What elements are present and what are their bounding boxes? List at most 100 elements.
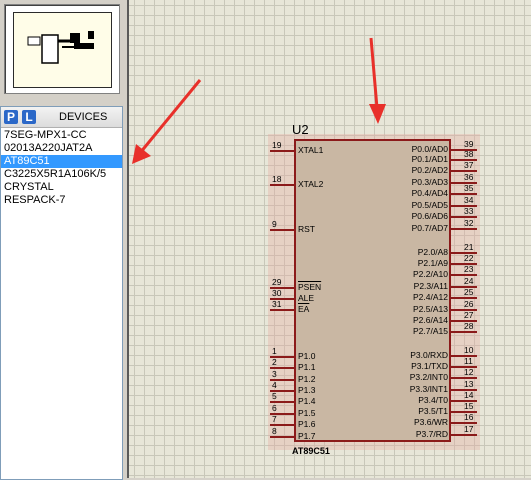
device-list-item-selected[interactable]: AT89C51 bbox=[1, 155, 122, 168]
pin-line[interactable] bbox=[270, 436, 294, 438]
pin-line[interactable] bbox=[270, 184, 294, 186]
pin-number: 7 bbox=[272, 414, 277, 424]
pin-label: P3.3/INT1 bbox=[409, 384, 448, 394]
pin-label: P3.2/INT0 bbox=[409, 372, 448, 382]
devices-title: DEVICES bbox=[59, 111, 108, 123]
pin-line[interactable] bbox=[270, 309, 294, 311]
pin-number: 22 bbox=[464, 253, 474, 263]
pin-number: 13 bbox=[464, 379, 474, 389]
pin-number: 17 bbox=[464, 424, 474, 434]
pin-label: P3.7/RD bbox=[415, 429, 448, 439]
pick-devices-button[interactable]: P bbox=[4, 110, 18, 124]
pin-label: P0.3/AD3 bbox=[411, 177, 448, 187]
pin-number: 38 bbox=[464, 149, 474, 159]
pin-number: 39 bbox=[464, 139, 474, 149]
component-part-name: AT89C51 bbox=[292, 446, 330, 456]
device-list-item[interactable]: CRYSTAL bbox=[1, 181, 122, 194]
pin-number: 32 bbox=[464, 218, 474, 228]
pin-label: P1.4 bbox=[298, 396, 316, 406]
pin-label: P1.5 bbox=[298, 408, 316, 418]
pin-label: EA bbox=[298, 304, 310, 314]
pin-label: P1.1 bbox=[298, 362, 316, 372]
pin-label: P2.3/A11 bbox=[413, 281, 448, 291]
pin-label: P2.6/A14 bbox=[413, 315, 448, 325]
pin-number: 14 bbox=[464, 390, 474, 400]
pin-number: 10 bbox=[464, 345, 474, 355]
pin-label: P1.7 bbox=[298, 431, 316, 441]
pin-number: 1 bbox=[272, 346, 277, 356]
pin-number: 29 bbox=[272, 277, 282, 287]
pin-number: 12 bbox=[464, 367, 474, 377]
pin-label: P2.0/A8 bbox=[417, 247, 448, 257]
pin-number: 35 bbox=[464, 183, 474, 193]
pin-number: 21 bbox=[464, 242, 474, 252]
pin-label: P2.2/A10 bbox=[413, 269, 448, 279]
pin-label: P3.6/WR bbox=[413, 417, 448, 427]
pin-label: P3.5/T1 bbox=[418, 406, 448, 416]
pin-number: 30 bbox=[272, 288, 282, 298]
pin-number: 36 bbox=[464, 172, 474, 182]
device-list-item[interactable]: 02013A220JAT2A bbox=[1, 142, 122, 155]
pin-line[interactable] bbox=[270, 150, 294, 152]
pin-number: 18 bbox=[272, 174, 282, 184]
pin-number: 2 bbox=[272, 357, 277, 367]
pin-label: P2.7/A15 bbox=[413, 326, 448, 336]
pin-number: 19 bbox=[272, 140, 282, 150]
pin-label: XTAL1 bbox=[298, 145, 324, 155]
pin-number: 24 bbox=[464, 276, 474, 286]
pin-label: P0.2/AD2 bbox=[411, 165, 448, 175]
pin-number: 16 bbox=[464, 412, 474, 422]
pin-line[interactable] bbox=[451, 228, 477, 230]
pin-label: P1.3 bbox=[298, 385, 316, 395]
pin-label: P0.4/AD4 bbox=[411, 188, 448, 198]
pin-label: P0.5/AD5 bbox=[411, 200, 448, 210]
pin-number: 23 bbox=[464, 264, 474, 274]
device-list-item[interactable]: C3225X5R1A106K/5 bbox=[1, 168, 122, 181]
pin-number: 9 bbox=[272, 219, 277, 229]
pin-label: P2.5/A13 bbox=[413, 304, 448, 314]
devices-header: P L DEVICES bbox=[1, 107, 122, 128]
pin-number: 6 bbox=[272, 403, 277, 413]
devices-panel: P L DEVICES 7SEG-MPX1-CC 02013A220JAT2A … bbox=[0, 106, 123, 480]
pin-label: P2.1/A9 bbox=[417, 258, 448, 268]
pin-line[interactable] bbox=[270, 229, 294, 231]
pin-label: P0.1/AD1 bbox=[411, 154, 448, 164]
pin-number: 31 bbox=[272, 299, 282, 309]
pin-label: P1.6 bbox=[298, 419, 316, 429]
pin-label: P3.1/TXD bbox=[411, 361, 448, 371]
pin-label: P0.6/AD6 bbox=[411, 211, 448, 221]
pin-number: 3 bbox=[272, 369, 277, 379]
pin-label: P0.7/AD7 bbox=[411, 223, 448, 233]
pin-line[interactable] bbox=[451, 331, 477, 333]
pin-label: P1.2 bbox=[298, 374, 316, 384]
left-panel: P L DEVICES 7SEG-MPX1-CC 02013A220JAT2A … bbox=[0, 0, 124, 480]
pin-number: 26 bbox=[464, 299, 474, 309]
pin-label: PSEN bbox=[298, 282, 322, 292]
pin-number: 4 bbox=[272, 380, 277, 390]
device-list-item[interactable]: 7SEG-MPX1-CC bbox=[1, 129, 122, 142]
preview-window[interactable] bbox=[4, 4, 120, 94]
pin-line[interactable] bbox=[451, 434, 477, 436]
device-list: 7SEG-MPX1-CC 02013A220JAT2A AT89C51 C322… bbox=[1, 129, 122, 207]
pin-number: 33 bbox=[464, 206, 474, 216]
pin-number: 15 bbox=[464, 401, 474, 411]
pin-number: 27 bbox=[464, 310, 474, 320]
library-manager-button[interactable]: L bbox=[22, 110, 36, 124]
pin-number: 28 bbox=[464, 321, 474, 331]
preview-graphic bbox=[27, 31, 94, 64]
pin-number: 11 bbox=[464, 356, 473, 366]
pin-number: 25 bbox=[464, 287, 474, 297]
pin-label: P3.0/RXD bbox=[410, 350, 448, 360]
pin-number: 5 bbox=[272, 391, 277, 401]
component-reference: U2 bbox=[292, 122, 309, 137]
pin-label: P0.0/AD0 bbox=[411, 144, 448, 154]
pin-number: 37 bbox=[464, 160, 474, 170]
pin-number: 34 bbox=[464, 195, 474, 205]
pin-label: P3.4/T0 bbox=[418, 395, 448, 405]
device-list-item[interactable]: RESPACK-7 bbox=[1, 194, 122, 207]
pin-label: P2.4/A12 bbox=[413, 292, 448, 302]
pin-label: RST bbox=[298, 224, 315, 234]
pin-label: ALE bbox=[298, 293, 315, 303]
pin-label: XTAL2 bbox=[298, 179, 324, 189]
pin-number: 8 bbox=[272, 426, 277, 436]
